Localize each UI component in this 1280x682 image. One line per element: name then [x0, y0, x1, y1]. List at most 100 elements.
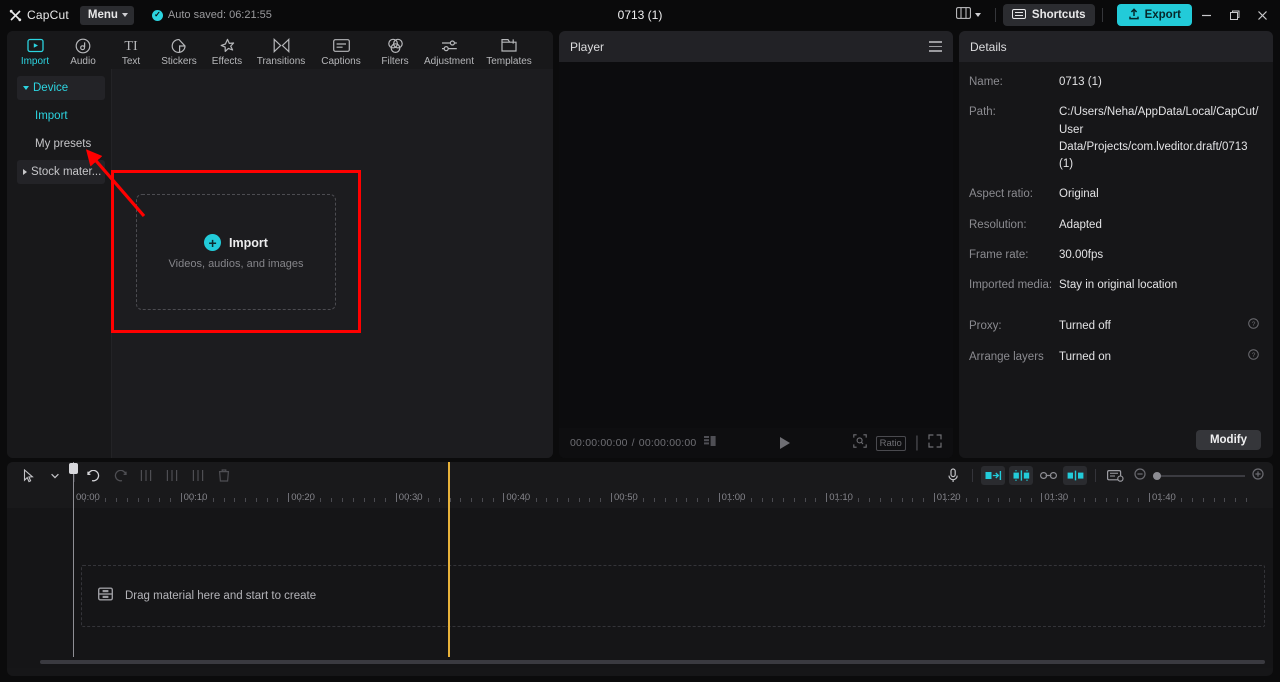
trim-right-icon[interactable]: [185, 465, 211, 487]
zoom-in-icon[interactable]: [1252, 467, 1264, 485]
sidebar-item-import[interactable]: Import: [17, 104, 105, 128]
row-label: Frame rate:: [969, 248, 1029, 261]
zoom-slider-track[interactable]: [1153, 471, 1245, 480]
menu-label: Menu: [87, 9, 118, 21]
trim-left-icon[interactable]: [159, 465, 185, 487]
playlist-icon[interactable]: [704, 434, 718, 452]
layout-icon: [956, 6, 971, 24]
ruler-label: 01:20: [936, 492, 961, 503]
details-row: Frame rate: 30.00fps: [969, 247, 1259, 264]
tab-text[interactable]: TI Text: [107, 34, 155, 67]
play-button[interactable]: [780, 437, 791, 449]
export-button[interactable]: Export: [1116, 4, 1192, 26]
split-marker-icon[interactable]: [1063, 466, 1087, 485]
timeline-tracks: Drag material here and start to create: [7, 508, 1273, 668]
row-value: Original: [1059, 188, 1099, 201]
tab-filters[interactable]: Filters: [371, 34, 419, 67]
row-value: 0713 (1): [1059, 76, 1102, 88]
timeline-marker[interactable]: [448, 462, 450, 657]
capcut-logo-icon: [9, 9, 22, 22]
ruler-tick: [137, 498, 139, 502]
ruler-tick: [847, 498, 849, 502]
shortcuts-button[interactable]: Shortcuts: [1002, 4, 1095, 26]
ruler-ticks: 00:00 00:10 00:20 00:30 00:40 00:50 01:00 01:10…: [73, 489, 1273, 508]
redo-icon[interactable]: [107, 465, 133, 487]
details-setting-arrange-layers: Arrange layers Turned on ?: [969, 348, 1259, 366]
select-tool-dropdown-icon[interactable]: [42, 465, 68, 487]
timeline-zoom-slider[interactable]: [1134, 467, 1264, 485]
modify-button[interactable]: Modify: [1195, 430, 1261, 450]
svg-text:TI: TI: [124, 39, 138, 53]
auto-snap-icon[interactable]: [1009, 466, 1033, 485]
tab-audio[interactable]: Audio: [59, 34, 107, 67]
link-icon[interactable]: [1035, 465, 1061, 487]
close-button[interactable]: [1248, 0, 1276, 30]
import-drop-zone[interactable]: + Import Videos, audios, and images: [136, 194, 336, 310]
microphone-icon[interactable]: [940, 465, 966, 487]
tab-adjustment[interactable]: Adjustment: [419, 34, 479, 67]
tab-effects[interactable]: Effects: [203, 34, 251, 67]
ruler-tick: [524, 498, 526, 502]
timeline-horizontal-scrollbar[interactable]: [40, 660, 1265, 664]
tab-transitions[interactable]: Transitions: [251, 34, 311, 67]
help-icon[interactable]: ?: [1242, 348, 1259, 366]
app-logo: CapCut: [9, 8, 69, 22]
svg-text:?: ?: [1252, 321, 1256, 328]
player-menu-icon[interactable]: [929, 41, 942, 52]
stickers-icon: [171, 37, 187, 54]
snap-to-clip-icon[interactable]: [981, 466, 1005, 485]
import-drop-title: Import: [229, 235, 268, 250]
chevron-down-icon: [121, 13, 128, 17]
ruler-tick: [1019, 498, 1021, 502]
ruler-tick: [417, 498, 419, 502]
divider: [1101, 8, 1103, 22]
zoom-out-icon[interactable]: [1134, 467, 1146, 485]
player-title: Player: [570, 39, 605, 54]
timeline-playhead[interactable]: [69, 462, 78, 657]
preview-thumbnail-icon[interactable]: [1102, 465, 1128, 487]
keyboard-icon: [1011, 8, 1026, 22]
ruler-label: 01:40: [1152, 492, 1176, 503]
ruler-tick: [836, 498, 838, 502]
ruler-tick: [1213, 498, 1215, 502]
layout-button[interactable]: [949, 4, 988, 26]
ratio-button[interactable]: Ratio: [875, 435, 906, 451]
ruler-tick: [729, 498, 731, 502]
delete-icon[interactable]: [211, 465, 237, 487]
ruler-tick: [1192, 498, 1194, 502]
undo-icon[interactable]: [81, 465, 107, 487]
help-icon[interactable]: ?: [1242, 318, 1259, 335]
select-tool-icon[interactable]: [16, 465, 42, 487]
tab-captions[interactable]: Captions: [311, 34, 371, 67]
tab-import[interactable]: Import: [11, 34, 59, 67]
zoom-slider-handle[interactable]: [1153, 471, 1161, 480]
ruler-tick: [309, 498, 311, 502]
ruler-tick: [1224, 498, 1226, 502]
ruler-label: 00:40: [506, 492, 531, 503]
ruler-tick: [1159, 498, 1161, 502]
upload-icon: [1128, 7, 1140, 23]
row-label: Resolution:: [969, 218, 1027, 231]
ruler-tick: [976, 498, 978, 502]
menu-button[interactable]: Menu: [79, 5, 134, 25]
tab-stickers[interactable]: Stickers: [155, 34, 203, 67]
maximize-button[interactable]: [1220, 0, 1248, 30]
row-label: Path:: [969, 106, 996, 119]
timeline-drop-zone[interactable]: Drag material here and start to create: [81, 565, 1265, 627]
timeline-toolbar: [7, 462, 1273, 489]
tab-templates[interactable]: Templates: [479, 34, 539, 67]
ruler-tick: [331, 498, 333, 502]
ruler-tick: [1052, 498, 1054, 502]
media-sidebar: Device Import My presets Stock mater...: [7, 69, 112, 458]
ruler-tick: [793, 498, 795, 502]
sidebar-item-device[interactable]: Device: [17, 76, 105, 100]
zoom-fit-icon[interactable]: [852, 433, 867, 453]
sidebar-item-my-presets[interactable]: My presets: [17, 132, 105, 156]
sidebar-item-stock-material[interactable]: Stock mater...: [17, 160, 105, 184]
minimize-button[interactable]: [1192, 0, 1220, 30]
ruler-tick: [772, 498, 774, 502]
fullscreen-icon[interactable]: [928, 433, 942, 453]
timeline-ruler[interactable]: 00:00 00:10 00:20 00:30 00:40 00:50 01:00 01:10…: [7, 489, 1273, 508]
details-row: Resolution: Adapted: [969, 217, 1259, 234]
split-icon[interactable]: [133, 465, 159, 487]
